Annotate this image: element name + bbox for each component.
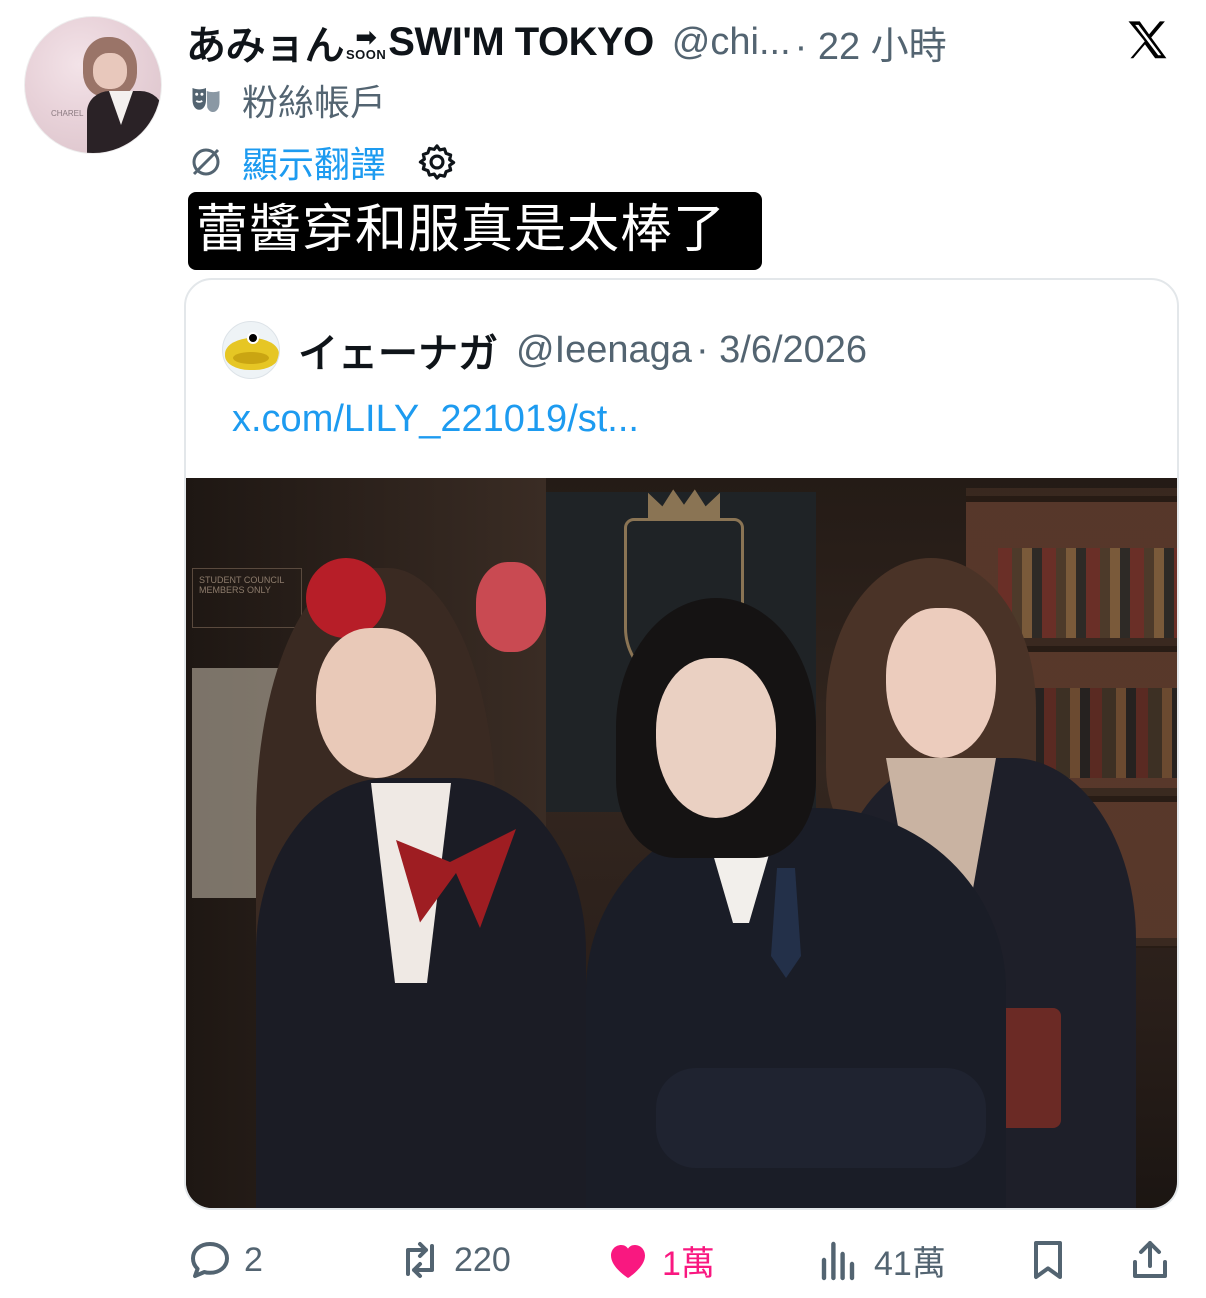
author-avatar[interactable]: CHAREL [24,16,162,154]
bookmark-icon [1034,1241,1062,1279]
author-name-line: あみョん ➡ SOON SWI'M TOKYO @chi... · 22 小時 [186,14,947,70]
quoted-author-avatar[interactable] [222,321,280,379]
translate-icon [192,148,220,176]
photo-sign: STUDENT COUNCIL MEMBERS ONLY [192,568,302,628]
retweet-icon [406,1242,434,1278]
person-right-face [886,608,996,758]
quoted-author-name[interactable]: イェーナガ [298,321,498,379]
quoted-tweet-header: イェーナガ @Ieenaga · 3/6/2026 [222,320,867,380]
person-center-arms [656,1068,986,1168]
quoted-tweet-link[interactable]: x.com/LILY_221019/st... [232,398,639,441]
heart-icon [611,1245,645,1278]
share-button[interactable] [1126,1228,1174,1292]
duck-eye [247,332,259,344]
tweet-action-bar: 2 220 1萬 41萬 [186,1228,1176,1292]
duck-bill [233,352,269,364]
soon-arrow-icon: ➡ [355,22,378,52]
avatar-face [93,53,127,89]
reply-icon [191,1242,229,1278]
translate-line: 顯示翻譯 [186,138,458,186]
tweet-time[interactable]: · 22 小時 [795,15,947,70]
soon-emoji: ➡ SOON [346,22,387,62]
like-button[interactable]: 1萬 [604,1228,715,1292]
person-left-ribbon-left [306,558,386,638]
quoted-tweet-card[interactable]: イェーナガ @Ieenaga · 3/6/2026 x.com/LILY_221… [184,278,1179,1210]
share-icon [1133,1241,1167,1278]
person-center-face [656,658,776,818]
theater-mask-icon [192,88,220,112]
quoted-tweet-photo[interactable]: STUDENT COUNCIL MEMBERS ONLY [186,478,1177,1208]
tweet-text: 蕾醬穿和服真是太棒了 [188,192,762,270]
quoted-tweet-date[interactable]: · 3/6/2026 [696,329,867,372]
retweet-button[interactable]: 220 [396,1228,511,1292]
author-display-name[interactable]: あみョん [186,13,345,71]
account-type-line: 粉絲帳戶 [186,76,386,124]
quoted-author-handle[interactable]: @Ieenaga [516,329,692,372]
avatar-caption: CHAREL [51,109,84,118]
reply-button[interactable]: 2 [186,1228,263,1292]
gear-icon[interactable] [416,141,458,183]
bookmark-button[interactable] [1024,1228,1072,1292]
reply-count: 2 [244,1240,263,1279]
views-count: 41萬 [874,1244,946,1283]
soon-text: SOON [346,47,387,62]
views-button[interactable]: 41萬 [816,1228,946,1292]
x-logo-icon[interactable] [1122,16,1174,68]
views-icon [821,1241,855,1281]
author-display-name-suffix[interactable]: SWI'M TOKYO [388,20,654,65]
photo-books-top [998,548,1177,638]
person-left-face [316,628,436,778]
like-count: 1萬 [662,1244,715,1283]
show-translation-link[interactable]: 顯示翻譯 [242,136,386,188]
person-left-ribbon-right [476,562,546,652]
retweet-count: 220 [454,1240,511,1279]
account-type-label: 粉絲帳戶 [242,82,387,123]
author-handle[interactable]: @chi... [672,21,791,64]
